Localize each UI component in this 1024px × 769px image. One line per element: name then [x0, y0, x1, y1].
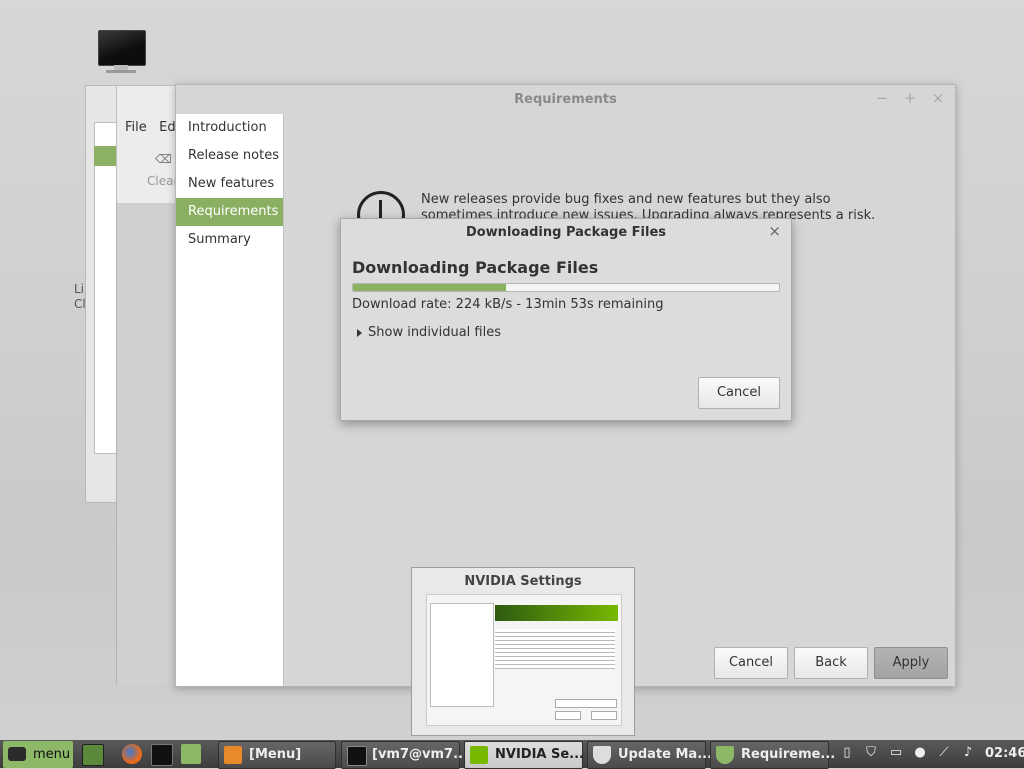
dialog-title: Downloading Package Files [465, 225, 667, 240]
download-dialog: Downloading Package Files × Downloading … [340, 218, 792, 421]
preview-screenshot [426, 594, 622, 726]
preview-list [430, 603, 494, 707]
task-nvidia-settings[interactable]: NVIDIA Se... [464, 741, 584, 769]
background-menubar: File Edi [125, 120, 179, 135]
show-desktop-icon[interactable] [82, 744, 104, 766]
clear-button-label[interactable]: Clear [147, 174, 178, 188]
preview-options [495, 629, 615, 669]
clipboard-icon[interactable]: ▯ [840, 746, 854, 760]
expander-arrow-icon [357, 328, 362, 337]
preview-quit-button [591, 711, 617, 720]
task-menu[interactable]: [Menu] [218, 741, 336, 769]
menu-app-icon [224, 746, 242, 764]
update-shield-icon[interactable]: ⛉ [864, 746, 878, 760]
dialog-close-button[interactable]: × [768, 222, 781, 240]
start-menu-label: menu [33, 747, 71, 762]
network-icon[interactable]: ⟋ [937, 746, 951, 760]
firefox-icon[interactable] [122, 744, 142, 764]
cancel-button[interactable]: Cancel [714, 647, 788, 679]
background-text-line-1: Li [74, 282, 85, 296]
close-button[interactable]: × [929, 89, 947, 107]
expander-label: Show individual files [368, 325, 502, 340]
files-icon[interactable] [181, 744, 201, 764]
show-individual-files-expander[interactable]: Show individual files [357, 325, 501, 340]
sidebar-item-introduction[interactable]: Introduction [176, 114, 283, 142]
user-icon[interactable]: ● [913, 746, 927, 760]
nvidia-window-preview[interactable]: NVIDIA Settings [411, 567, 635, 736]
dialog-cancel-button[interactable]: Cancel [698, 377, 780, 409]
clear-icon[interactable]: ⌫ [155, 152, 172, 166]
shield-check-icon [716, 746, 734, 764]
shield-icon [593, 746, 611, 764]
nvidia-icon [470, 746, 488, 764]
preview-help-button [555, 711, 581, 720]
minimize-button[interactable]: − [873, 89, 891, 107]
task-label: Requireme... [741, 747, 836, 762]
background-window-text: Li Cl [74, 282, 86, 312]
preview-nvidia-banner [495, 605, 618, 621]
menu-file[interactable]: File [125, 120, 147, 135]
volume-icon[interactable]: ♪ [961, 746, 975, 760]
mint-logo-icon [8, 747, 26, 761]
sidebar-item-release-notes[interactable]: Release notes [176, 142, 283, 170]
start-menu-button[interactable]: menu [3, 741, 73, 768]
clock[interactable]: 02:46 [985, 746, 1024, 761]
task-label: NVIDIA Se... [495, 747, 584, 762]
maximize-button[interactable]: + [901, 89, 919, 107]
window-title: Requirements [514, 92, 617, 107]
task-label: Update Ma... [618, 747, 713, 762]
task-update-manager[interactable]: Update Ma... [587, 741, 712, 769]
download-rate-text: Download rate: 224 kB/s - 13min 53s rema… [352, 297, 664, 312]
task-label: [Menu] [249, 747, 302, 762]
task-terminal[interactable]: [vm7@vm7... [341, 741, 468, 769]
task-requirements[interactable]: Requireme... [710, 741, 835, 769]
computer-desktop-icon[interactable] [96, 30, 148, 76]
sidebar-item-new-features[interactable]: New features [176, 170, 283, 198]
terminal-launcher-icon[interactable] [151, 744, 173, 766]
preview-save-button [555, 699, 617, 708]
sidebar: Introduction Release notes New features … [176, 114, 284, 686]
preview-title: NVIDIA Settings [464, 574, 582, 589]
background-text-line-2: Cl [74, 297, 86, 311]
display-icon[interactable]: ▭ [889, 746, 903, 760]
back-button[interactable]: Back [794, 647, 868, 679]
download-progress-fill [353, 284, 507, 291]
taskbar: menu [Menu] [vm7@vm7... NVIDIA Se... Upd… [0, 740, 1024, 769]
sidebar-item-summary[interactable]: Summary [176, 226, 283, 254]
download-progress-bar [352, 283, 780, 292]
task-label: [vm7@vm7... [372, 747, 468, 762]
terminal-icon [347, 746, 367, 766]
apply-button[interactable]: Apply [874, 647, 948, 679]
dialog-heading: Downloading Package Files [352, 258, 599, 277]
sidebar-item-requirements[interactable]: Requirements [176, 198, 283, 226]
